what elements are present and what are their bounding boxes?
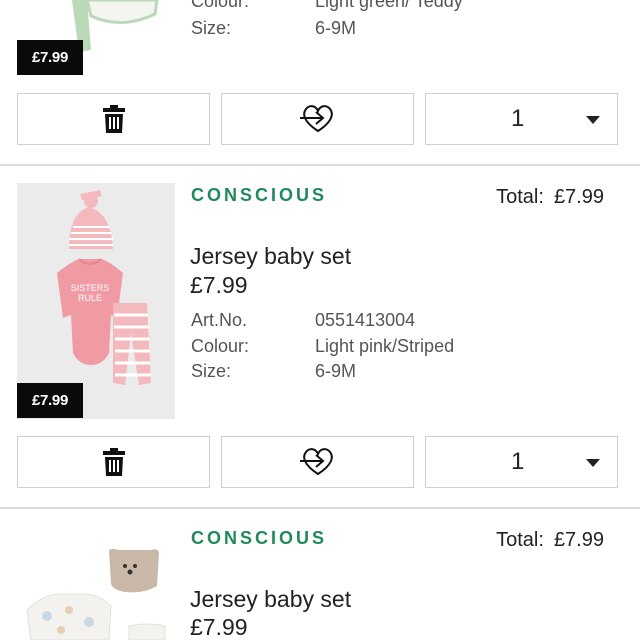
total-label: Total: bbox=[496, 186, 544, 208]
product-price: £7.99 bbox=[190, 614, 248, 640]
total-label: Total: bbox=[496, 529, 544, 551]
colour-label: Colour: bbox=[191, 336, 250, 356]
artno-label: Art.No. bbox=[191, 310, 248, 330]
conscious-tag: CONSCIOUS bbox=[191, 528, 328, 548]
product-name[interactable]: Jersey baby set bbox=[190, 586, 351, 613]
svg-text:SISTERS: SISTERS bbox=[71, 283, 110, 293]
move-to-favourites-button[interactable] bbox=[221, 436, 414, 488]
product-image[interactable] bbox=[17, 526, 175, 640]
product-price: £7.99 bbox=[190, 272, 248, 298]
svg-text:RULE: RULE bbox=[78, 293, 102, 303]
quantity-value: 1 bbox=[511, 105, 525, 132]
product-name[interactable]: Jersey baby set bbox=[190, 243, 351, 270]
colour-label: Colour: bbox=[191, 0, 250, 11]
trash-icon bbox=[102, 105, 125, 133]
item-total: Total: £7.99 bbox=[496, 529, 604, 552]
size-label: Size: bbox=[191, 18, 232, 38]
item-divider bbox=[0, 164, 640, 166]
colour-value: Light green/ Teddy bbox=[315, 0, 463, 11]
size-value: 6-9M bbox=[315, 18, 357, 38]
remove-button[interactable] bbox=[17, 436, 210, 488]
total-value: £7.99 bbox=[553, 186, 604, 208]
item-divider bbox=[0, 507, 640, 509]
total-value: £7.99 bbox=[553, 529, 604, 551]
price-badge: £7.99 bbox=[17, 40, 83, 75]
colour-value: Light pink/Striped bbox=[315, 336, 455, 356]
move-to-favourites-button[interactable] bbox=[221, 93, 414, 145]
heart-arrow-icon bbox=[299, 448, 333, 476]
artno-value: 0551413004 bbox=[315, 310, 416, 330]
quantity-select[interactable]: 1 bbox=[425, 93, 618, 145]
chevron-down-icon bbox=[586, 459, 600, 467]
size-label: Size: bbox=[191, 361, 232, 381]
quantity-select[interactable]: 1 bbox=[425, 436, 618, 488]
trash-icon bbox=[102, 448, 125, 476]
conscious-tag: CONSCIOUS bbox=[191, 185, 328, 205]
heart-arrow-icon bbox=[299, 105, 333, 133]
quantity-value: 1 bbox=[511, 448, 525, 475]
remove-button[interactable] bbox=[17, 93, 210, 145]
item-total: Total: £7.99 bbox=[496, 186, 604, 209]
size-value: 6-9M bbox=[315, 361, 357, 381]
price-badge: £7.99 bbox=[17, 383, 83, 418]
chevron-down-icon bbox=[586, 116, 600, 124]
